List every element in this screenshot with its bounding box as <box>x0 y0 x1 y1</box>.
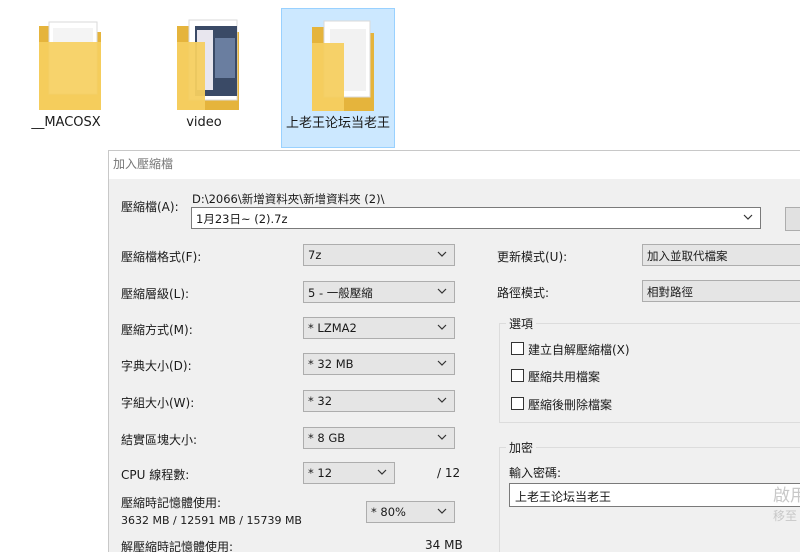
folder-icon <box>312 20 374 111</box>
archive-name-value: 1月23日~ (2).7z <box>196 212 288 226</box>
format-value: 7z <box>308 248 322 262</box>
folder-name: 上老王论坛当老王 <box>286 116 391 131</box>
level-label: 壓縮層級(L): <box>121 287 190 301</box>
browse-button[interactable]: ... <box>785 207 800 231</box>
path-mode-label: 路徑模式: <box>497 286 550 300</box>
update-mode-label: 更新模式(U): <box>497 250 568 264</box>
word-size-label: 字組大小(W): <box>121 396 195 410</box>
cpu-threads-value: * 12 <box>308 466 333 480</box>
shared-files-label: 壓縮共用檔案 <box>528 370 601 384</box>
path-mode-select[interactable]: 相對路徑 <box>642 280 800 302</box>
delete-after-checkbox[interactable] <box>511 397 524 410</box>
encryption-group-title: 加密 <box>506 439 537 456</box>
update-mode-value: 加入並取代檔案 <box>647 249 728 263</box>
add-to-archive-dialog: 加入壓縮檔 壓縮檔(A): D:\2066\新增資料夾\新增資料夾 (2)\ 1… <box>108 150 800 552</box>
path-mode-value: 相對路徑 <box>647 285 693 299</box>
dialog-title: 加入壓縮檔 <box>113 157 174 171</box>
password-label: 輸入密碼: <box>509 466 562 480</box>
memory-usage-value: * 80% <box>371 505 406 519</box>
method-value: * LZMA2 <box>308 321 357 335</box>
cpu-threads-label: CPU 線程數: <box>121 468 190 482</box>
password-value: 上老王论坛当老王 <box>515 490 612 504</box>
sfx-label: 建立自解壓縮檔(X) <box>528 343 630 357</box>
folder-selected[interactable]: 上老王论坛当老王 <box>281 8 395 148</box>
activation-watermark-sub: 移至 <box>773 509 798 523</box>
format-select[interactable]: 7z <box>303 244 455 266</box>
chevron-down-icon <box>437 251 447 257</box>
format-label: 壓縮檔格式(F): <box>121 250 202 264</box>
solid-block-select[interactable]: * 8 GB <box>303 427 455 449</box>
folder-macosx[interactable]: __MACOSX <box>9 8 123 148</box>
dictionary-select[interactable]: * 32 MB <box>303 353 455 375</box>
chevron-down-icon <box>377 469 387 475</box>
solid-block-label: 結實區塊大小: <box>121 433 198 447</box>
memory-decompress-value: 34 MB <box>425 538 463 552</box>
level-value: 5 - 一般壓縮 <box>308 286 373 300</box>
word-size-value: * 32 <box>308 394 333 408</box>
folder-video[interactable]: video <box>147 8 261 148</box>
memory-compress-detail: 3632 MB / 12591 MB / 15739 MB <box>121 514 302 527</box>
options-group-title: 選項 <box>506 315 537 332</box>
cpu-threads-select[interactable]: * 12 <box>303 462 395 484</box>
password-input[interactable]: 上老王论坛当老王 <box>509 483 800 507</box>
memory-compress-label: 壓縮時記憶體使用: <box>121 496 222 510</box>
archive-label: 壓縮檔(A): <box>121 200 179 214</box>
folder-name: __MACOSX <box>31 115 101 130</box>
chevron-down-icon <box>437 434 447 440</box>
cpu-threads-total: / 12 <box>437 466 461 480</box>
shared-files-checkbox[interactable] <box>511 369 524 382</box>
folder-name: video <box>186 115 222 130</box>
archive-path: D:\2066\新增資料夾\新增資料夾 (2)\ <box>192 192 385 206</box>
method-select[interactable]: * LZMA2 <box>303 317 455 339</box>
chevron-down-icon <box>437 508 447 514</box>
folder-icon <box>39 21 101 110</box>
solid-block-value: * 8 GB <box>308 431 346 445</box>
word-size-select[interactable]: * 32 <box>303 390 455 412</box>
delete-after-label: 壓縮後刪除檔案 <box>528 398 613 412</box>
chevron-down-icon <box>437 324 447 330</box>
chevron-down-icon <box>743 214 753 220</box>
chevron-down-icon <box>437 360 447 366</box>
sfx-checkbox[interactable] <box>511 342 524 355</box>
dictionary-label: 字典大小(D): <box>121 359 192 373</box>
chevron-down-icon <box>437 288 447 294</box>
level-select[interactable]: 5 - 一般壓縮 <box>303 281 455 303</box>
dictionary-value: * 32 MB <box>308 357 354 371</box>
memory-decompress-label: 解壓縮時記憶體使用: <box>121 540 234 552</box>
memory-usage-select[interactable]: * 80% <box>366 501 455 523</box>
method-label: 壓縮方式(M): <box>121 323 193 337</box>
title-bar: 加入壓縮檔 <box>109 151 800 179</box>
activation-watermark: 啟用 <box>773 486 800 506</box>
archive-name-combo[interactable]: 1月23日~ (2).7z <box>191 207 761 229</box>
update-mode-select[interactable]: 加入並取代檔案 <box>642 244 800 266</box>
folder-icon <box>177 19 239 110</box>
chevron-down-icon <box>437 397 447 403</box>
